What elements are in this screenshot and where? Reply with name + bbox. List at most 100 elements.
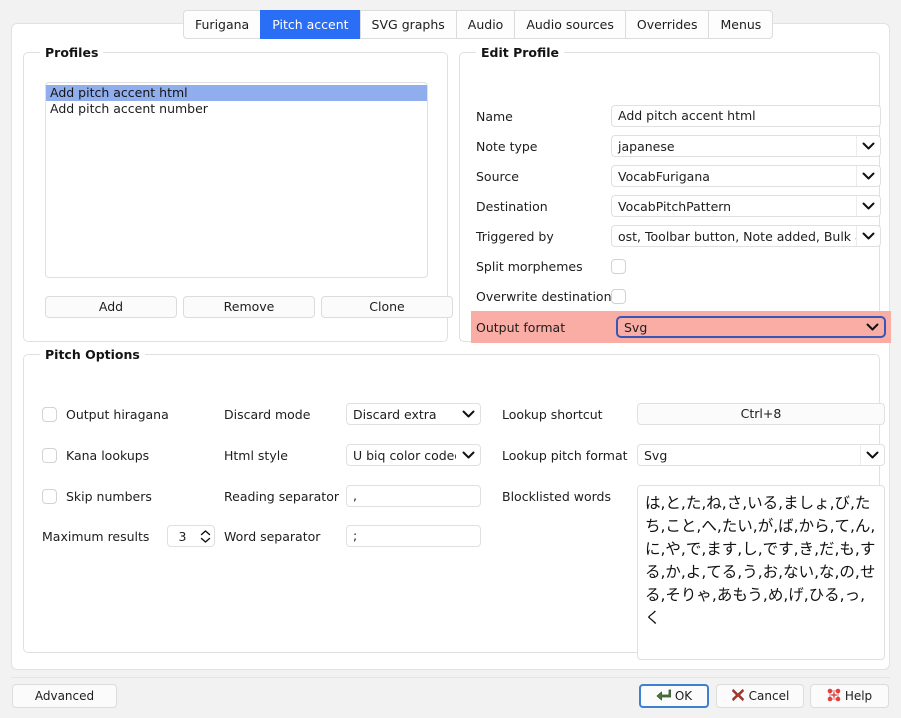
note-type-value: japanese xyxy=(612,139,856,154)
tab-label: Furigana xyxy=(195,17,249,32)
note-type-row: Note type japanese xyxy=(476,135,881,157)
enter-arrow-icon xyxy=(656,688,671,705)
ok-button[interactable]: OK xyxy=(639,684,709,708)
output-format-label: Output format xyxy=(476,320,616,335)
lookup-shortcut-row: Lookup shortcut Ctrl+8 xyxy=(502,403,885,425)
split-morphemes-checkbox[interactable] xyxy=(611,259,626,274)
close-icon xyxy=(731,688,745,705)
source-value: VocabFurigana xyxy=(612,169,856,184)
html-style-row: Html style U biq color coded xyxy=(224,444,481,466)
word-separator-label: Word separator xyxy=(224,529,346,544)
triggered-by-label: Triggered by xyxy=(476,229,611,244)
discard-mode-row: Discard mode Discard extra xyxy=(224,403,481,425)
tab-svg-graphs[interactable]: SVG graphs xyxy=(360,10,456,39)
blocklisted-words-textarea[interactable]: は,と,た,ね,さ,いる,ましょ,び,たち,こと,へ,たい,が,ば,から,て,ん… xyxy=(637,485,885,660)
reading-separator-row: Reading separator , xyxy=(224,485,481,507)
output-format-row: Output format Svg xyxy=(471,311,891,343)
output-format-value: Svg xyxy=(618,320,860,335)
skip-numbers-label: Skip numbers xyxy=(66,489,152,504)
lookup-pitch-format-select[interactable]: Svg xyxy=(637,444,885,466)
html-style-select[interactable]: U biq color coded xyxy=(346,444,481,466)
cancel-button[interactable]: Cancel xyxy=(716,684,804,708)
split-morphemes-row: Split morphemes xyxy=(476,255,626,277)
word-separator-input[interactable]: ; xyxy=(346,525,481,547)
note-type-label: Note type xyxy=(476,139,611,154)
destination-select[interactable]: VocabPitchPattern xyxy=(611,195,881,217)
profile-name: Add pitch accent number xyxy=(50,101,208,116)
tab-label: Audio sources xyxy=(526,17,614,32)
profiles-group: Profiles Add pitch accent html Add pitch… xyxy=(23,52,448,342)
tab-furigana[interactable]: Furigana xyxy=(183,10,260,39)
help-button[interactable]: Help xyxy=(810,684,889,708)
cancel-label: Cancel xyxy=(749,689,790,703)
profiles-group-title: Profiles xyxy=(40,45,103,60)
tab-audio-sources[interactable]: Audio sources xyxy=(514,10,625,39)
chevron-down-icon xyxy=(860,445,884,465)
discard-mode-select[interactable]: Discard extra xyxy=(346,403,481,425)
footer-divider xyxy=(11,677,890,678)
blocklisted-words-row: Blocklisted words は,と,た,ね,さ,いる,ましょ,び,たち,… xyxy=(502,485,885,660)
tab-audio[interactable]: Audio xyxy=(456,10,515,39)
kana-lookups-row: Kana lookups xyxy=(42,444,149,466)
tab-pitch-accent[interactable]: Pitch accent xyxy=(260,10,359,39)
tab-label: Pitch accent xyxy=(272,17,348,32)
html-style-value: U biq color coded xyxy=(347,448,456,463)
output-hiragana-checkbox[interactable] xyxy=(42,407,57,422)
remove-profile-button[interactable]: Remove xyxy=(183,296,315,318)
skip-numbers-row: Skip numbers xyxy=(42,485,152,507)
profiles-listbox[interactable]: Add pitch accent html Add pitch accent n… xyxy=(45,82,428,278)
blocklisted-words-label: Blocklisted words xyxy=(502,485,637,504)
lookup-pitch-format-value: Svg xyxy=(638,448,860,463)
name-input[interactable]: Add pitch accent html xyxy=(611,105,881,127)
output-format-select[interactable]: Svg xyxy=(616,316,886,338)
source-select[interactable]: VocabFurigana xyxy=(611,165,881,187)
overwrite-destination-checkbox[interactable] xyxy=(611,289,626,304)
overwrite-destination-label: Overwrite destination xyxy=(476,289,611,304)
triggered-by-row: Triggered by ost, Toolbar button, Note a… xyxy=(476,225,881,247)
tab-overrides[interactable]: Overrides xyxy=(625,10,709,39)
list-item[interactable]: Add pitch accent number xyxy=(46,101,427,117)
pitch-options-group: Pitch Options Output hiragana Kana looku… xyxy=(23,354,880,653)
chevron-down-icon xyxy=(856,166,880,186)
output-hiragana-label: Output hiragana xyxy=(66,407,169,422)
chevron-down-icon xyxy=(856,196,880,216)
maximum-results-label: Maximum results xyxy=(42,529,167,544)
add-profile-button[interactable]: Add xyxy=(45,296,177,318)
name-label: Name xyxy=(476,109,611,124)
skip-numbers-checkbox[interactable] xyxy=(42,489,57,504)
triggered-by-value: ost, Toolbar button, Note added, Bulk ad… xyxy=(612,229,856,244)
help-label: Help xyxy=(845,689,872,703)
overwrite-destination-row: Overwrite destination xyxy=(476,285,626,307)
destination-label: Destination xyxy=(476,199,611,214)
maximum-results-stepper[interactable]: 3 xyxy=(167,525,215,547)
chevron-down-icon xyxy=(860,317,884,337)
list-item[interactable]: Add pitch accent html xyxy=(46,85,427,101)
lookup-pitch-format-row: Lookup pitch format Svg xyxy=(502,444,885,466)
word-separator-row: Word separator ; xyxy=(224,525,481,547)
chevron-down-icon xyxy=(200,537,211,543)
note-type-select[interactable]: japanese xyxy=(611,135,881,157)
tab-label: Menus xyxy=(720,17,761,32)
chevron-down-icon xyxy=(456,445,480,465)
source-label: Source xyxy=(476,169,611,184)
tab-label: Overrides xyxy=(637,17,698,32)
edit-profile-group: Edit Profile Name Add pitch accent html … xyxy=(459,52,880,342)
name-row: Name Add pitch accent html xyxy=(476,105,881,127)
kana-lookups-label: Kana lookups xyxy=(66,448,149,463)
chevron-down-icon xyxy=(856,136,880,156)
maximum-results-row: Maximum results 3 xyxy=(42,525,215,547)
advanced-button[interactable]: Advanced xyxy=(12,684,117,708)
clone-profile-button[interactable]: Clone xyxy=(321,296,453,318)
ok-label: OK xyxy=(675,689,692,703)
triggered-by-select[interactable]: ost, Toolbar button, Note added, Bulk ad… xyxy=(611,225,881,247)
reading-separator-input[interactable]: , xyxy=(346,485,481,507)
lookup-shortcut-button[interactable]: Ctrl+8 xyxy=(637,403,885,425)
source-row: Source VocabFurigana xyxy=(476,165,881,187)
kana-lookups-checkbox[interactable] xyxy=(42,448,57,463)
tab-menus[interactable]: Menus xyxy=(708,10,773,39)
output-hiragana-row: Output hiragana xyxy=(42,403,169,425)
stepper-arrows[interactable] xyxy=(199,530,214,543)
edit-profile-group-title: Edit Profile xyxy=(476,45,564,60)
html-style-label: Html style xyxy=(224,448,346,463)
settings-panel: Profiles Add pitch accent html Add pitch… xyxy=(11,23,890,670)
